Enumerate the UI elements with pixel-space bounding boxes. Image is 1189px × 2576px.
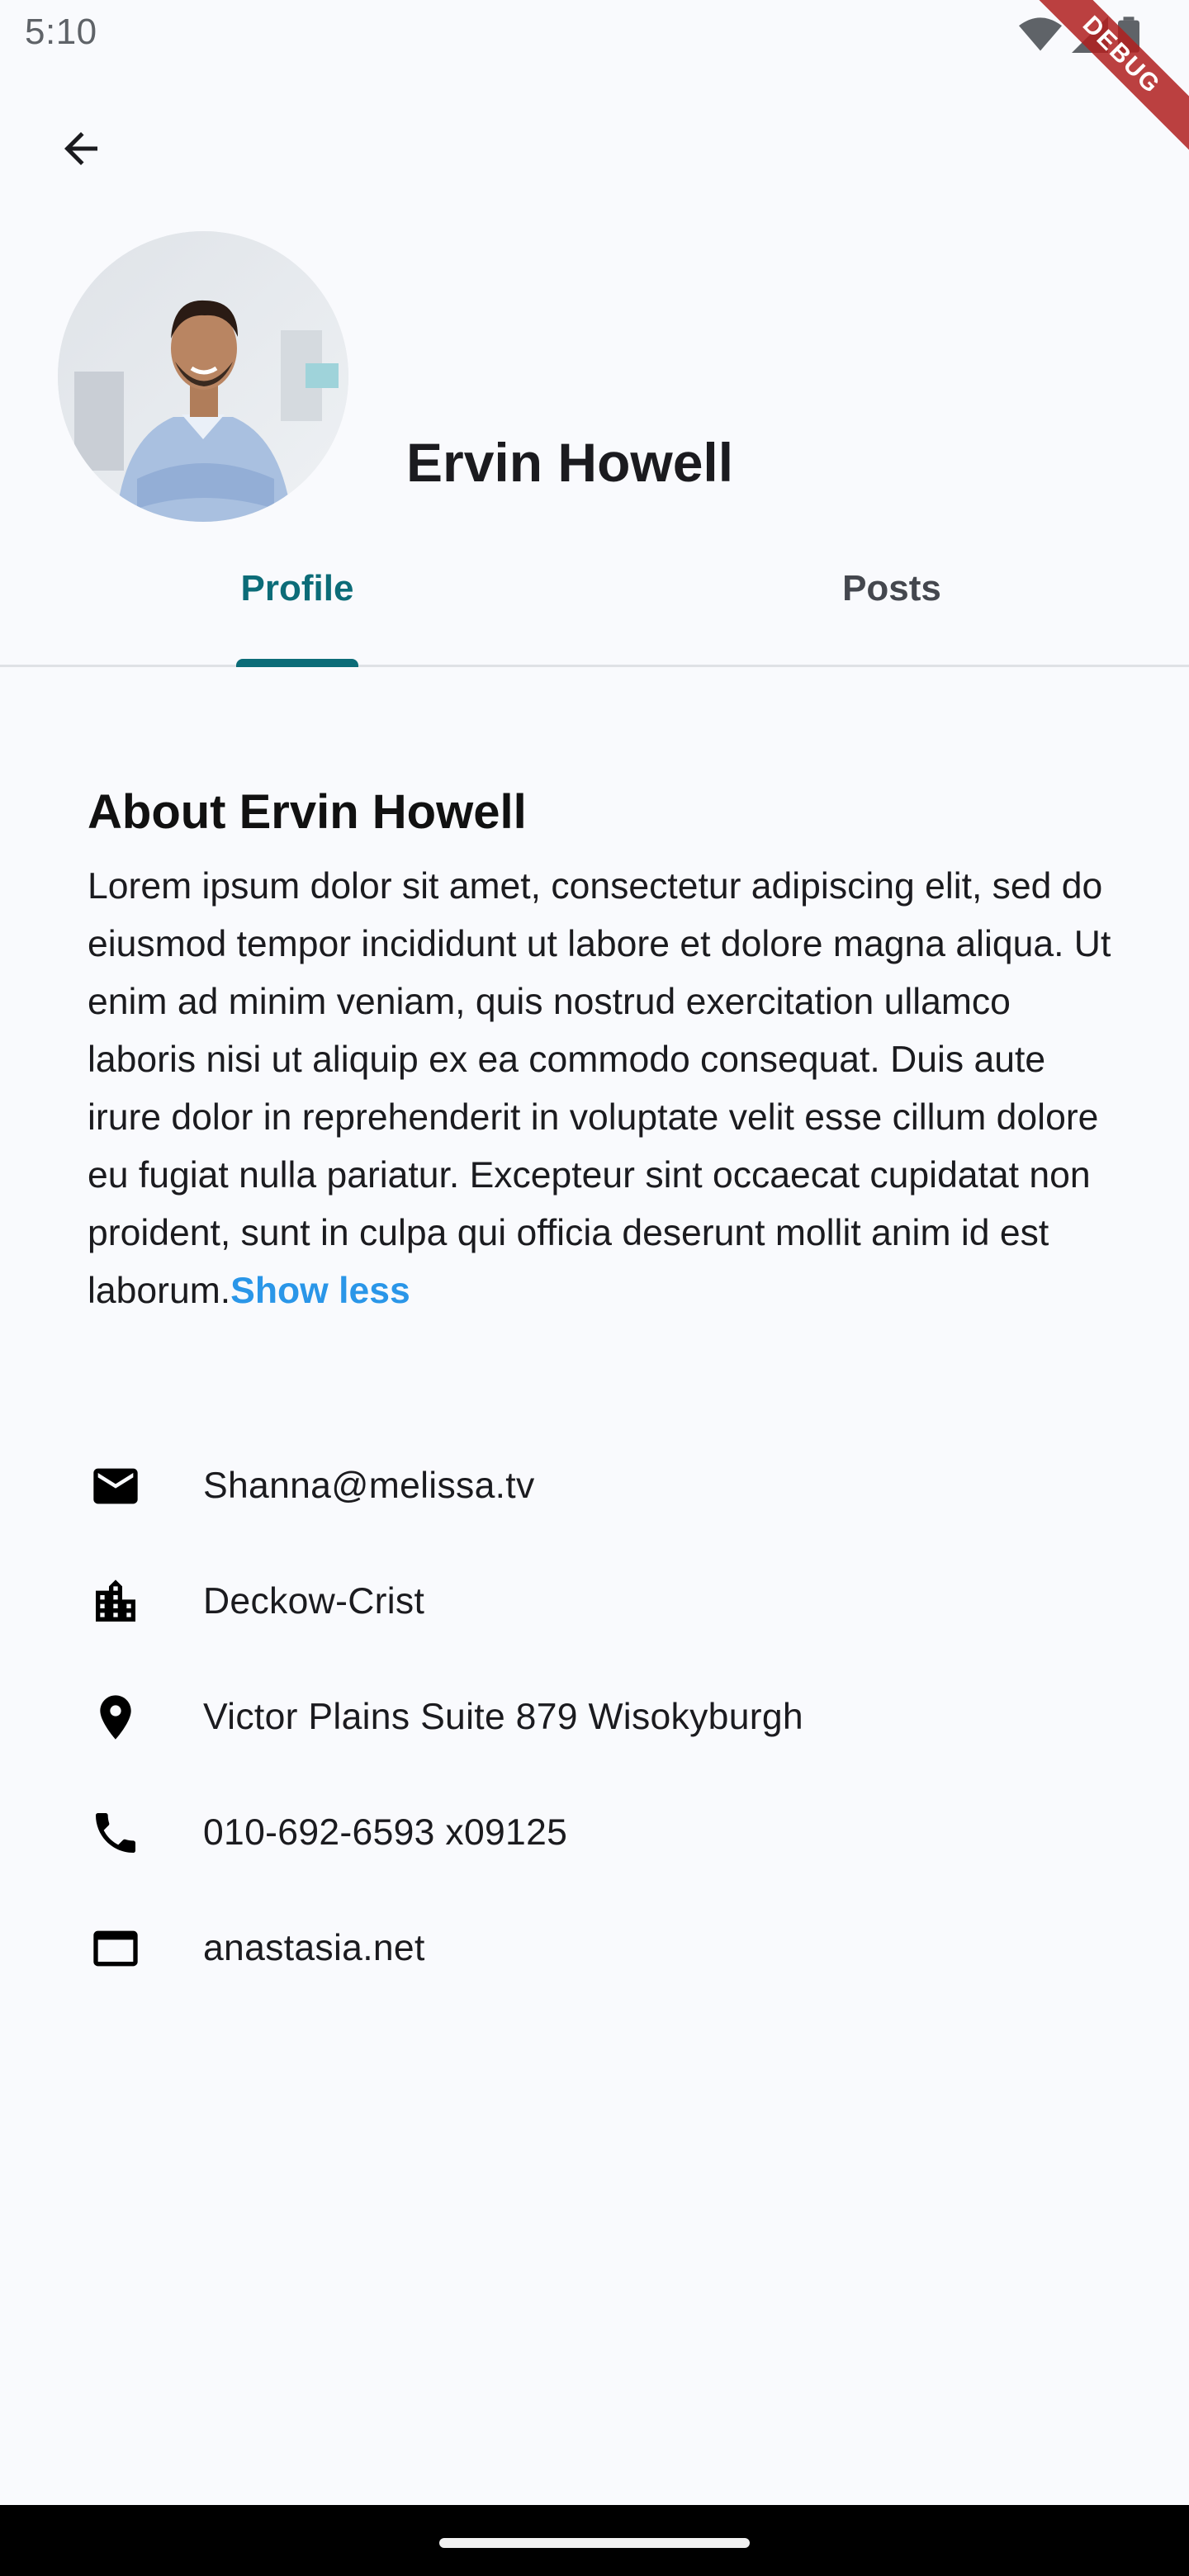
contact-phone-row[interactable]: 010-692-6593 x09125 [83,1775,1106,1891]
email-icon [83,1453,149,1519]
contact-email-row[interactable]: Shanna@melissa.tv [83,1428,1106,1544]
home-handle[interactable] [439,2538,750,2548]
phone-icon [83,1800,149,1866]
status-icons [1019,17,1139,57]
status-bar: 5:10 [0,0,1189,73]
contact-address-row[interactable]: Victor Plains Suite 879 Wisokyburgh [83,1660,1106,1775]
about-section: About Ervin Howell Lorem ipsum dolor sit… [88,784,1111,1320]
status-time: 5:10 [25,12,97,52]
profile-photo [58,231,348,522]
about-title: About Ervin Howell [88,785,527,839]
about-text: Lorem ipsum dolor sit amet, consectetur … [88,858,1111,1320]
location-icon [83,1684,149,1750]
show-less-link[interactable]: Show less [230,1271,410,1311]
wifi-icon [1019,17,1062,57]
web-icon [83,1915,149,1982]
profile-name: Ervin Howell [406,432,734,493]
contact-address: Victor Plains Suite 879 Wisokyburgh [203,1697,803,1737]
contact-company-row[interactable]: Deckow-Crist [83,1544,1106,1660]
tab-indicator [236,659,358,667]
about-body: Lorem ipsum dolor sit amet, consectetur … [88,866,1111,1311]
contact-company: Deckow-Crist [203,1581,425,1622]
tab-profile[interactable]: Profile [0,545,594,665]
arrow-back-icon [64,132,97,165]
contact-email: Shanna@melissa.tv [203,1466,535,1506]
tab-posts[interactable]: Posts [594,545,1189,665]
back-button[interactable] [41,109,121,188]
signal-icon [1072,17,1108,57]
tab-posts-label: Posts [842,568,941,608]
tab-profile-label: Profile [240,568,354,608]
battery-icon [1118,17,1139,57]
system-nav-bar [0,2505,1189,2576]
avatar [58,231,348,522]
contact-website: anastasia.net [203,1928,425,1968]
company-icon [83,1569,149,1635]
contact-list: Shanna@melissa.tv Deckow-Crist Victor Pl… [83,1428,1106,2006]
contact-phone: 010-692-6593 x09125 [203,1812,568,1853]
tab-bar: Profile Posts [0,545,1189,667]
contact-website-row[interactable]: anastasia.net [83,1891,1106,2006]
